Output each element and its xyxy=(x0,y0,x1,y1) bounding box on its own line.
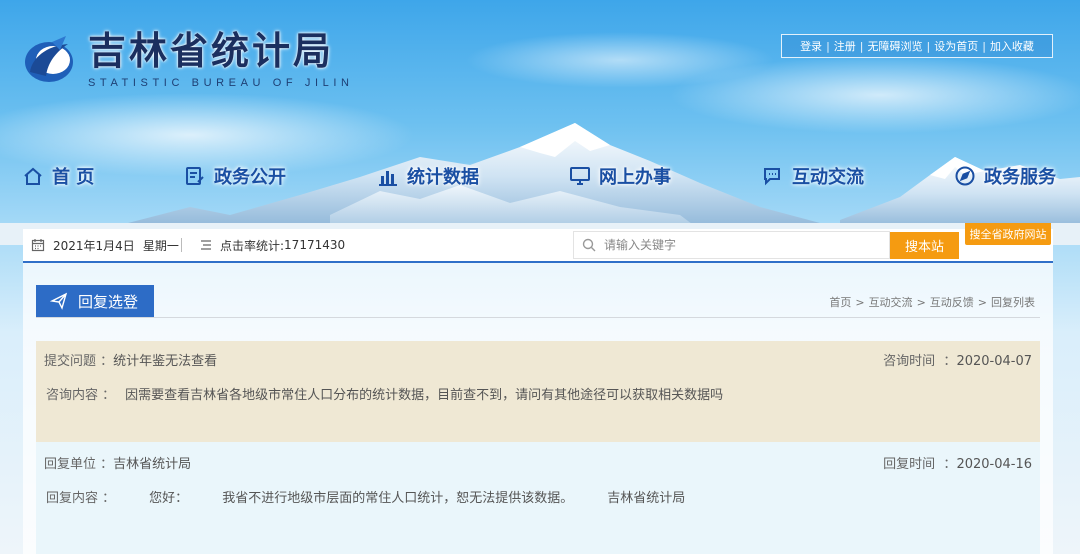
document-edit-icon xyxy=(186,167,204,185)
search-icon xyxy=(582,238,596,252)
breadcrumb-separator: > xyxy=(855,296,865,309)
link-separator: | xyxy=(926,39,931,53)
jilin-logo-icon xyxy=(25,35,73,82)
breadcrumb-separator: > xyxy=(916,296,926,309)
stats-icon xyxy=(201,240,211,250)
question-content: 咨询内容 ： 因需要查看吉林省各地级市常住人口分布的统计数据，目前查不到，请问有其… xyxy=(46,384,723,403)
monitor-icon xyxy=(570,167,590,185)
login-link[interactable]: 登录 xyxy=(800,38,822,54)
reply-card: 回复单位 ：吉林省统计局 回复时间 ：2020-04-16 回复内容 ：您好：我… xyxy=(36,442,1040,554)
compass-icon xyxy=(955,166,975,186)
site-title: 吉林省统计局 xyxy=(88,28,335,73)
question-time: 咨询时间 ：2020-04-07 xyxy=(883,350,1032,369)
calendar-icon xyxy=(31,239,45,252)
nav-online-services-label: 网上办事 xyxy=(599,167,671,188)
question-subject-value: 统计年鉴无法查看 xyxy=(113,354,218,369)
nav-statistics-data-label: 统计数据 xyxy=(407,167,479,188)
colon: ： xyxy=(100,457,114,472)
nav-online-services[interactable]: 网上办事 xyxy=(569,158,671,194)
site-logo[interactable]: 吉林省统计局 STATISTIC BUREAU OF JILIN xyxy=(22,30,354,89)
reply-greeting: 您好： xyxy=(149,491,189,506)
chat-icon xyxy=(764,168,780,186)
nav-interaction[interactable]: 互动交流 xyxy=(762,158,864,194)
info-bar: 2021年1月4日 星期一 点击率统计: 17171430 搜本站 搜全省政府网… xyxy=(23,223,1053,263)
search-site-button[interactable]: 搜本站 xyxy=(890,232,959,259)
paper-plane-icon xyxy=(50,292,68,310)
weekday-text: 星期一 xyxy=(142,238,179,253)
link-separator: | xyxy=(826,39,830,53)
search-input[interactable] xyxy=(604,238,864,252)
question-card: 提交问题 ：统计年鉴无法查看 咨询时间 ：2020-04-07 咨询内容 ：因需… xyxy=(36,341,1040,442)
reply-signature: 吉林省统计局 xyxy=(607,491,686,506)
add-favorite-link[interactable]: 加入收藏 xyxy=(990,38,1034,54)
section-title: 回复选登 xyxy=(78,292,139,311)
question-time-value: 2020-04-07 xyxy=(956,354,1032,369)
reply-time-label: 回复时间 xyxy=(883,457,936,472)
nav-home-label: 首 页 xyxy=(52,167,95,188)
colon: ： xyxy=(939,457,957,472)
colon: ： xyxy=(102,491,116,506)
breadcrumb-separator: > xyxy=(977,296,987,309)
section-divider xyxy=(36,317,1040,318)
reply-unit-label: 回复单位 xyxy=(44,457,97,472)
breadcrumb-reply-list[interactable]: 回复列表 xyxy=(991,296,1035,309)
accessibility-link[interactable]: 无障碍浏览 xyxy=(868,38,923,54)
current-date: 2021年1月4日 星期一 xyxy=(31,229,179,261)
nav-government-affairs[interactable]: 政务公开 xyxy=(184,158,286,194)
link-separator: | xyxy=(859,39,864,53)
nav-interaction-label: 互动交流 xyxy=(792,167,864,188)
breadcrumb: 首页 > 互动交流 > 互动反馈 > 回复列表 xyxy=(829,294,1035,310)
bar-chart-icon xyxy=(379,171,397,186)
breadcrumb-home[interactable]: 首页 xyxy=(829,296,851,309)
section-tab-reply-selection[interactable]: 回复选登 xyxy=(36,285,154,317)
question-time-label: 咨询时间 xyxy=(883,354,936,369)
reply-time-value: 2020-04-16 xyxy=(956,457,1032,472)
site-subtitle: STATISTIC BUREAU OF JILIN xyxy=(88,77,354,89)
content-panel: 回复选登 首页 > 互动交流 > 互动反馈 > 回复列表 提交问题 ：统计年鉴无法查看 咨询… xyxy=(23,263,1053,554)
colon: ： xyxy=(102,388,116,403)
nav-home[interactable]: 首 页 xyxy=(22,158,94,194)
question-content-label: 咨询内容 xyxy=(46,388,99,403)
question-subject-label: 提交问题 xyxy=(44,354,97,369)
info-separator xyxy=(181,238,182,252)
nav-statistics-data[interactable]: 统计数据 xyxy=(377,158,479,194)
click-counter-label: 点击率统计: xyxy=(220,238,285,253)
home-icon xyxy=(24,167,42,185)
breadcrumb-feedback[interactable]: 互动反馈 xyxy=(930,296,974,309)
reply-content-label: 回复内容 xyxy=(46,491,99,506)
colon: ： xyxy=(100,354,114,369)
click-counter-value: 17171430 xyxy=(284,238,346,252)
question-content-value: 因需要查看吉林省各地级市常住人口分布的统计数据，目前查不到，请问有其他途径可以获… xyxy=(125,388,724,403)
click-counter: 点击率统计: 17171430 xyxy=(199,229,345,261)
register-link[interactable]: 注册 xyxy=(834,38,856,54)
colon: ： xyxy=(939,354,957,369)
nav-government-services-label: 政务服务 xyxy=(984,167,1056,188)
main-nav: 首 页 政务公开 统计数据 网上办事 互动交流 政务服务 xyxy=(0,158,1080,194)
reply-unit-value: 吉林省统计局 xyxy=(113,457,192,472)
nav-government-affairs-label: 政务公开 xyxy=(214,167,286,188)
search-box xyxy=(573,231,890,259)
top-links-bar: 登录 | 注册 | 无障碍浏览 | 设为首页 | 加入收藏 xyxy=(781,34,1053,58)
reply-content: 回复内容 ： 您好： 我省不进行地级市层面的常住人口统计，恕无法提供该数据。 吉林省统… xyxy=(46,487,685,506)
breadcrumb-interaction[interactable]: 互动交流 xyxy=(869,296,913,309)
date-text: 2021年1月4日 xyxy=(53,238,135,253)
link-separator: | xyxy=(982,39,986,53)
search-gov-sites-button[interactable]: 搜全省政府网站 xyxy=(965,223,1051,245)
nav-government-services[interactable]: 政务服务 xyxy=(954,158,1056,194)
set-homepage-link[interactable]: 设为首页 xyxy=(934,38,978,54)
reply-content-value: 我省不进行地级市层面的常住人口统计，恕无法提供该数据。 xyxy=(222,491,574,506)
reply-unit: 回复单位 ：吉林省统计局 xyxy=(44,453,191,472)
reply-time: 回复时间 ：2020-04-16 xyxy=(883,453,1032,472)
question-subject: 提交问题 ：统计年鉴无法查看 xyxy=(44,350,217,369)
